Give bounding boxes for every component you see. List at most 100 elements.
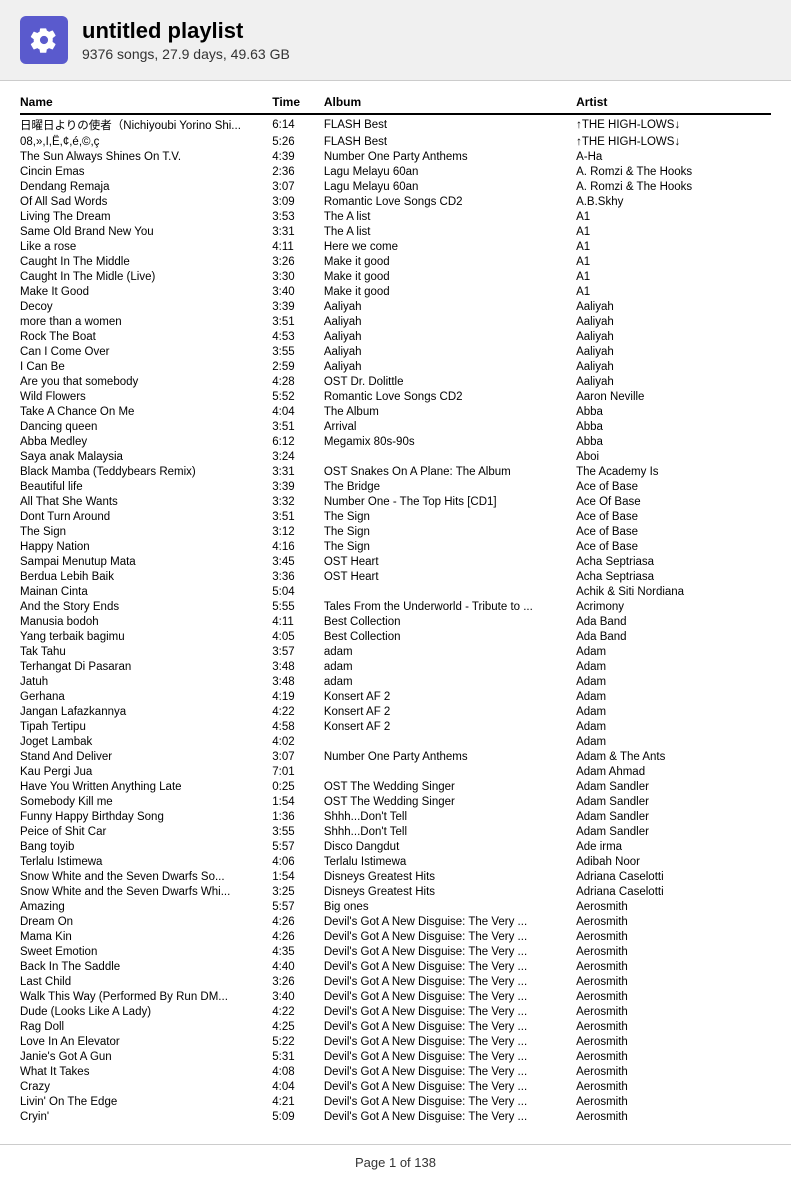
song-album: Devil's Got A New Disguise: The Very ... <box>324 914 576 929</box>
song-artist: Aaliyah <box>576 344 771 359</box>
song-table: Name Time Album Artist 日曜日よりの使者（Nichiyou… <box>20 91 771 1124</box>
song-name: more than a women <box>20 314 272 329</box>
table-row[interactable]: Black Mamba (Teddybears Remix)3:31OST Sn… <box>20 464 771 479</box>
table-row[interactable]: What It Takes4:08Devil's Got A New Disgu… <box>20 1064 771 1079</box>
table-row[interactable]: Take A Chance On Me4:04The AlbumAbba <box>20 404 771 419</box>
table-row[interactable]: Jatuh3:48adamAdam <box>20 674 771 689</box>
table-row[interactable]: 08,»,I,Ë,¢,é,©,ç5:26FLASH Best↑THE HIGH-… <box>20 134 771 149</box>
table-row[interactable]: Terhangat Di Pasaran3:48adamAdam <box>20 659 771 674</box>
table-row[interactable]: Living The Dream3:53The A listA1 <box>20 209 771 224</box>
table-row[interactable]: Manusia bodoh4:11Best CollectionAda Band <box>20 614 771 629</box>
song-album: Shhh...Don't Tell <box>324 824 576 839</box>
table-row[interactable]: The Sun Always Shines On T.V.4:39Number … <box>20 149 771 164</box>
table-row[interactable]: Love In An Elevator5:22Devil's Got A New… <box>20 1034 771 1049</box>
table-row[interactable]: Mama Kin4:26Devil's Got A New Disguise: … <box>20 929 771 944</box>
song-time: 3:51 <box>272 509 324 524</box>
song-artist: Aerosmith <box>576 914 771 929</box>
song-album: Shhh...Don't Tell <box>324 809 576 824</box>
song-list: 日曜日よりの使者（Nichiyoubi Yorino Shi...6:14FLA… <box>20 114 771 1124</box>
song-name: Last Child <box>20 974 272 989</box>
song-artist: Adam <box>576 644 771 659</box>
table-row[interactable]: Dude (Looks Like A Lady)4:22Devil's Got … <box>20 1004 771 1019</box>
table-row[interactable]: Rag Doll4:25Devil's Got A New Disguise: … <box>20 1019 771 1034</box>
table-row[interactable]: 日曜日よりの使者（Nichiyoubi Yorino Shi...6:14FLA… <box>20 114 771 134</box>
table-row[interactable]: I Can Be2:59AaliyahAaliyah <box>20 359 771 374</box>
col-header-album: Album <box>324 91 576 114</box>
table-row[interactable]: Have You Written Anything Late0:25OST Th… <box>20 779 771 794</box>
table-row[interactable]: Dancing queen3:51ArrivalAbba <box>20 419 771 434</box>
table-row[interactable]: And the Story Ends5:55Tales From the Und… <box>20 599 771 614</box>
table-row[interactable]: Funny Happy Birthday Song1:36Shhh...Don'… <box>20 809 771 824</box>
table-row[interactable]: Somebody Kill me1:54OST The Wedding Sing… <box>20 794 771 809</box>
table-row[interactable]: Dont Turn Around3:51The SignAce of Base <box>20 509 771 524</box>
table-row[interactable]: Happy Nation4:16The SignAce of Base <box>20 539 771 554</box>
table-row[interactable]: Can I Come Over3:55AaliyahAaliyah <box>20 344 771 359</box>
table-row[interactable]: The Sign3:12The SignAce of Base <box>20 524 771 539</box>
song-album: Devil's Got A New Disguise: The Very ... <box>324 959 576 974</box>
song-album: Devil's Got A New Disguise: The Very ... <box>324 1004 576 1019</box>
song-album: OST The Wedding Singer <box>324 779 576 794</box>
table-row[interactable]: Like a rose4:11Here we comeA1 <box>20 239 771 254</box>
table-row[interactable]: Cryin'5:09Devil's Got A New Disguise: Th… <box>20 1109 771 1124</box>
table-row[interactable]: Livin' On The Edge4:21Devil's Got A New … <box>20 1094 771 1109</box>
table-row[interactable]: Bang toyib5:57Disco DangdutAde irma <box>20 839 771 854</box>
table-row[interactable]: Same Old Brand New You3:31The A listA1 <box>20 224 771 239</box>
table-row[interactable]: more than a women3:51AaliyahAaliyah <box>20 314 771 329</box>
table-row[interactable]: Are you that somebody4:28OST Dr. Dolittl… <box>20 374 771 389</box>
table-row[interactable]: Walk This Way (Performed By Run DM...3:4… <box>20 989 771 1004</box>
song-time: 5:57 <box>272 839 324 854</box>
table-row[interactable]: Janie's Got A Gun5:31Devil's Got A New D… <box>20 1049 771 1064</box>
table-row[interactable]: Dream On4:26Devil's Got A New Disguise: … <box>20 914 771 929</box>
song-time: 3:39 <box>272 299 324 314</box>
table-row[interactable]: Snow White and the Seven Dwarfs Whi...3:… <box>20 884 771 899</box>
table-row[interactable]: Dendang Remaja3:07Lagu Melayu 60anA. Rom… <box>20 179 771 194</box>
table-row[interactable]: Tipah Tertipu4:58Konsert AF 2Adam <box>20 719 771 734</box>
song-name: Black Mamba (Teddybears Remix) <box>20 464 272 479</box>
song-album: Devil's Got A New Disguise: The Very ... <box>324 1064 576 1079</box>
table-row[interactable]: Decoy3:39AaliyahAaliyah <box>20 299 771 314</box>
song-time: 4:22 <box>272 704 324 719</box>
song-artist: Ada Band <box>576 629 771 644</box>
table-row[interactable]: Crazy4:04Devil's Got A New Disguise: The… <box>20 1079 771 1094</box>
song-artist: Adam <box>576 704 771 719</box>
table-row[interactable]: Stand And Deliver3:07Number One Party An… <box>20 749 771 764</box>
table-row[interactable]: Tak Tahu3:57adamAdam <box>20 644 771 659</box>
table-row[interactable]: Gerhana4:19Konsert AF 2Adam <box>20 689 771 704</box>
song-name: Saya anak Malaysia <box>20 449 272 464</box>
table-row[interactable]: Peice of Shit Car3:55Shhh...Don't TellAd… <box>20 824 771 839</box>
table-row[interactable]: Beautiful life3:39The BridgeAce of Base <box>20 479 771 494</box>
col-header-time: Time <box>272 91 324 114</box>
table-row[interactable]: Joget Lambak4:02Adam <box>20 734 771 749</box>
table-row[interactable]: Last Child3:26Devil's Got A New Disguise… <box>20 974 771 989</box>
table-row[interactable]: Rock The Boat4:53AaliyahAaliyah <box>20 329 771 344</box>
table-row[interactable]: Abba Medley6:12Megamix 80s-90sAbba <box>20 434 771 449</box>
song-artist: Adam Sandler <box>576 809 771 824</box>
table-row[interactable]: Jangan Lafazkannya4:22Konsert AF 2Adam <box>20 704 771 719</box>
song-time: 4:58 <box>272 719 324 734</box>
table-row[interactable]: Saya anak Malaysia3:24Aboi <box>20 449 771 464</box>
table-row[interactable]: Terlalu Istimewa4:06Terlalu IstimewaAdib… <box>20 854 771 869</box>
song-album <box>324 764 576 779</box>
table-row[interactable]: Yang terbaik bagimu4:05Best CollectionAd… <box>20 629 771 644</box>
song-album: Number One Party Anthems <box>324 749 576 764</box>
table-row[interactable]: Amazing5:57Big onesAerosmith <box>20 899 771 914</box>
song-album: The Sign <box>324 539 576 554</box>
table-row[interactable]: Of All Sad Words3:09Romantic Love Songs … <box>20 194 771 209</box>
song-album: Best Collection <box>324 614 576 629</box>
table-row[interactable]: Make It Good3:40Make it goodA1 <box>20 284 771 299</box>
table-row[interactable]: All That She Wants3:32Number One - The T… <box>20 494 771 509</box>
table-row[interactable]: Sampai Menutup Mata3:45OST HeartAcha Sep… <box>20 554 771 569</box>
table-row[interactable]: Kau Pergi Jua7:01Adam Ahmad <box>20 764 771 779</box>
table-row[interactable]: Snow White and the Seven Dwarfs So...1:5… <box>20 869 771 884</box>
table-row[interactable]: Back In The Saddle4:40Devil's Got A New … <box>20 959 771 974</box>
table-row[interactable]: Caught In The Middle3:26Make it goodA1 <box>20 254 771 269</box>
table-row[interactable]: Caught In The Midle (Live)3:30Make it go… <box>20 269 771 284</box>
song-artist: Aerosmith <box>576 974 771 989</box>
table-row[interactable]: Mainan Cinta5:04Achik & Siti Nordiana <box>20 584 771 599</box>
table-row[interactable]: Sweet Emotion4:35Devil's Got A New Disgu… <box>20 944 771 959</box>
table-row[interactable]: Cincin Emas2:36Lagu Melayu 60anA. Romzi … <box>20 164 771 179</box>
song-artist: Aaliyah <box>576 374 771 389</box>
table-row[interactable]: Wild Flowers5:52Romantic Love Songs CD2A… <box>20 389 771 404</box>
song-time: 4:39 <box>272 149 324 164</box>
table-row[interactable]: Berdua Lebih Baik3:36OST HeartAcha Septr… <box>20 569 771 584</box>
